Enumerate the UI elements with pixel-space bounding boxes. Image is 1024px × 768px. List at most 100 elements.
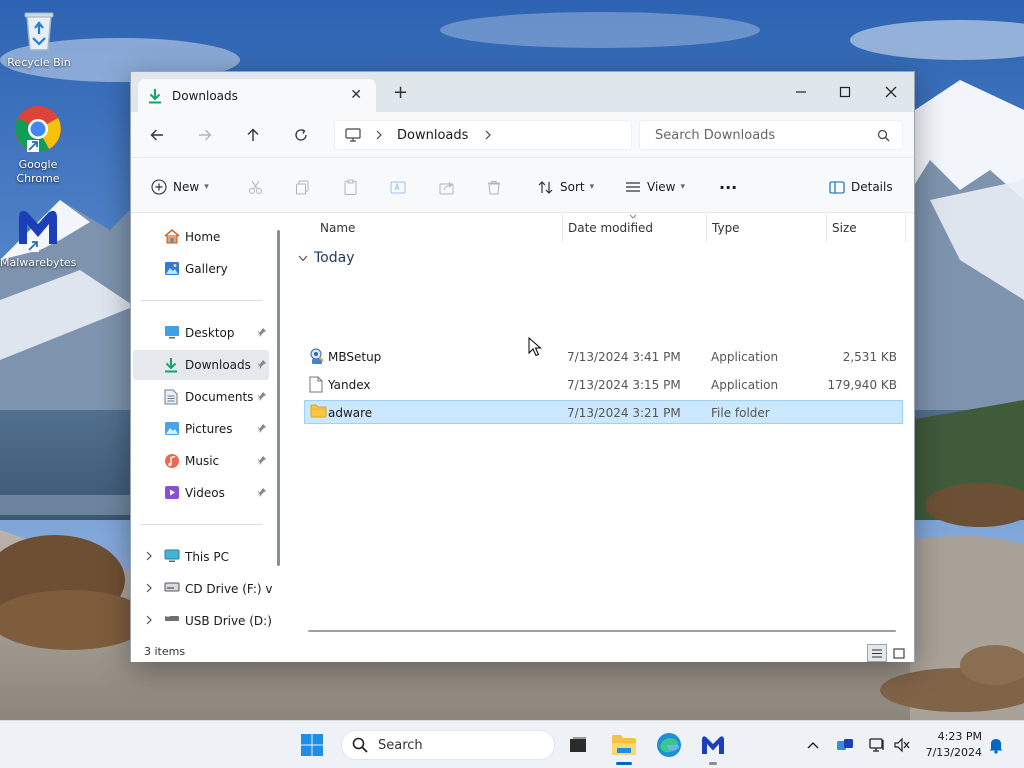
address-bar[interactable]: Downloads xyxy=(334,120,632,150)
file-row-mbsetup[interactable]: MBSetup 7/13/2024 3:41 PM Application 2,… xyxy=(304,345,903,369)
details-pane-icon xyxy=(829,180,845,194)
notifications-button[interactable] xyxy=(980,729,1012,761)
cd-drive-icon xyxy=(164,582,180,592)
desktop-icon-google-chrome[interactable]: Google Chrome xyxy=(0,104,76,186)
chevron-right-icon[interactable] xyxy=(145,615,153,625)
rename-icon xyxy=(390,181,406,193)
file-row-yandex[interactable]: Yandex 7/13/2024 3:15 PM Application 179… xyxy=(304,373,903,397)
breadcrumb-downloads[interactable]: Downloads xyxy=(397,128,468,143)
download-icon xyxy=(165,358,177,373)
view-label: View xyxy=(647,180,676,194)
title-bar[interactable]: Downloads ✕ + xyxy=(131,72,914,112)
delete-button[interactable] xyxy=(487,176,501,198)
pin-icon[interactable] xyxy=(256,423,267,434)
desktop-icon-label: Recycle Bin xyxy=(7,56,71,69)
chevron-right-icon[interactable] xyxy=(375,130,383,140)
taskbar-edge[interactable] xyxy=(653,729,685,761)
forward-button[interactable] xyxy=(191,122,219,148)
sidebar-item-label: Music xyxy=(185,454,220,468)
desktop-icon-malwarebytes[interactable]: Malwarebytes xyxy=(0,204,76,270)
sidebar-item-label: CD Drive (F:) virt xyxy=(185,582,273,596)
running-app-indicator xyxy=(709,762,717,765)
column-divider[interactable] xyxy=(905,214,906,242)
details-pane-button[interactable]: Details xyxy=(829,176,893,198)
tray-malwarebytes[interactable] xyxy=(829,729,861,761)
start-button[interactable] xyxy=(296,729,328,761)
chevron-right-icon[interactable] xyxy=(145,551,153,561)
column-header-type[interactable]: Type xyxy=(712,214,740,242)
maximize-button[interactable] xyxy=(823,78,867,106)
sidebar-item-downloads[interactable]: Downloads xyxy=(133,350,269,380)
plus-circle-icon xyxy=(151,179,167,195)
sidebar-item-gallery[interactable]: Gallery xyxy=(133,254,269,284)
close-tab-icon[interactable]: ✕ xyxy=(350,87,362,103)
task-view-button[interactable] xyxy=(562,729,594,761)
column-header-name[interactable]: Name xyxy=(320,214,355,242)
music-icon xyxy=(165,454,179,468)
column-header-size[interactable]: Size xyxy=(832,214,857,242)
sidebar-scrollbar[interactable] xyxy=(277,230,280,566)
back-button[interactable] xyxy=(143,122,171,148)
tray-volume-button[interactable] xyxy=(886,729,918,761)
horizontal-scrollbar[interactable] xyxy=(308,630,896,632)
copy-button[interactable] xyxy=(295,176,310,198)
paste-button[interactable] xyxy=(343,176,358,198)
maximize-icon xyxy=(839,86,851,98)
close-icon xyxy=(885,86,897,98)
view-button[interactable]: View ▾ xyxy=(625,176,685,198)
chevron-right-icon[interactable] xyxy=(145,583,153,593)
new-button[interactable]: New ▾ xyxy=(151,176,209,198)
sidebar-item-music[interactable]: Music xyxy=(133,446,269,476)
show-hidden-icons-button[interactable] xyxy=(797,729,829,761)
sort-icon xyxy=(538,180,553,194)
share-button[interactable] xyxy=(439,176,454,198)
taskbar-malwarebytes[interactable] xyxy=(697,729,729,761)
sidebar-item-documents[interactable]: Documents xyxy=(133,382,269,412)
cut-button[interactable] xyxy=(248,176,263,198)
minimize-button[interactable] xyxy=(779,78,823,106)
taskbar-clock[interactable]: 4:23 PM 7/13/2024 xyxy=(920,729,982,761)
network-icon xyxy=(869,738,884,752)
rename-button[interactable] xyxy=(390,176,406,198)
new-tab-button[interactable]: + xyxy=(393,84,408,102)
pin-icon[interactable] xyxy=(256,359,267,370)
pin-icon[interactable] xyxy=(256,487,267,498)
sort-button[interactable]: Sort ▾ xyxy=(538,176,594,198)
sidebar-item-label: USB Drive (D:) xyxy=(185,614,272,628)
column-divider[interactable] xyxy=(826,214,827,242)
column-divider[interactable] xyxy=(706,214,707,242)
refresh-button[interactable] xyxy=(287,122,315,148)
close-window-button[interactable] xyxy=(869,78,913,106)
search-input[interactable]: Search Downloads xyxy=(639,120,903,150)
desktop-icon-label: Malwarebytes xyxy=(0,256,77,269)
file-type: Application xyxy=(711,378,779,392)
desktop-icon-recycle-bin[interactable]: Recycle Bin xyxy=(1,8,77,70)
tab-downloads[interactable]: Downloads ✕ xyxy=(138,79,376,112)
column-divider[interactable] xyxy=(562,214,563,242)
chevron-right-icon[interactable] xyxy=(484,130,492,140)
sidebar-item-this-pc[interactable]: This PC xyxy=(133,542,269,572)
sidebar-item-home[interactable]: Home xyxy=(133,222,269,252)
sidebar-item-pictures[interactable]: Pictures xyxy=(133,414,269,444)
details-view-button[interactable] xyxy=(867,644,887,662)
large-icons-view-button[interactable] xyxy=(889,644,909,662)
sidebar-item-label: Home xyxy=(185,230,221,244)
pin-icon[interactable] xyxy=(256,391,267,402)
group-header-today[interactable]: Today xyxy=(298,250,355,266)
taskbar-file-explorer[interactable] xyxy=(608,729,640,761)
up-button[interactable] xyxy=(239,122,267,148)
sidebar-item-cd-drive[interactable]: CD Drive (F:) virt xyxy=(133,574,273,604)
pin-icon[interactable] xyxy=(256,327,267,338)
sidebar-item-label: Videos xyxy=(185,486,225,500)
sidebar-item-videos[interactable]: Videos xyxy=(133,478,269,508)
sidebar-item-usb-drive[interactable]: USB Drive (D:) xyxy=(133,606,272,636)
see-more-button[interactable]: ··· xyxy=(719,176,737,198)
pc-icon xyxy=(164,549,180,562)
column-label: Type xyxy=(712,221,740,235)
file-row-adware[interactable]: adware 7/13/2024 3:21 PM File folder xyxy=(304,400,903,424)
sidebar-item-desktop[interactable]: Desktop xyxy=(133,318,269,348)
refresh-icon xyxy=(295,128,307,141)
pin-icon[interactable] xyxy=(256,455,267,466)
taskbar-search-box[interactable]: Search xyxy=(341,730,555,760)
column-header-date[interactable]: Date modified xyxy=(568,214,653,242)
